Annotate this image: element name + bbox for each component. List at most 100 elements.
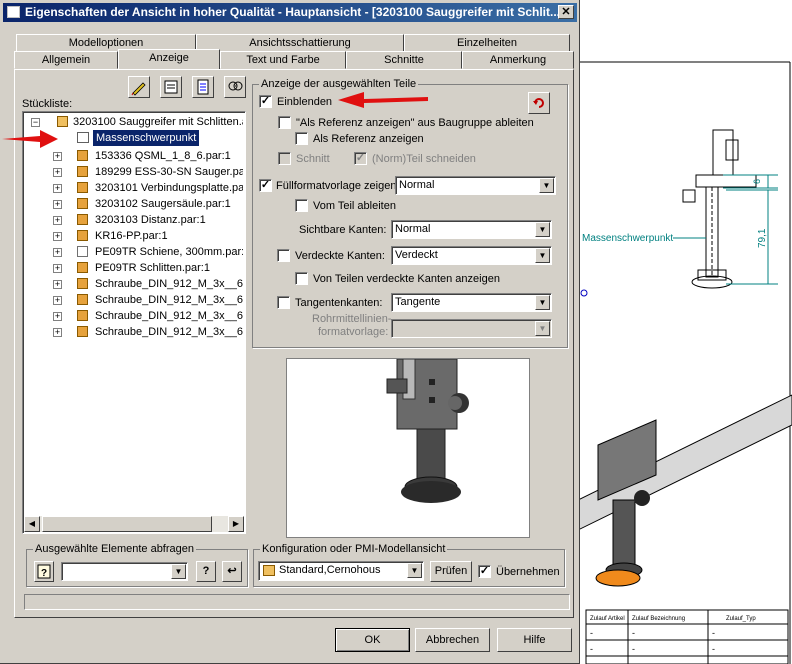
chevron-down-icon[interactable]: ▼: [535, 248, 550, 263]
scroll-left-icon[interactable]: ◀: [24, 516, 40, 532]
query-group-title: Ausgewählte Elemente abfragen: [33, 543, 196, 555]
help-button[interactable]: Hilfe: [497, 628, 572, 652]
pipe-centerline-select[interactable]: ▼: [391, 319, 552, 338]
tab-schnitte[interactable]: Schnitte: [346, 51, 462, 69]
hidden-by-parts-label: Von Teilen verdeckte Kanten anzeigen: [313, 273, 500, 285]
expand-icon[interactable]: +: [53, 184, 62, 193]
part-icon: [77, 278, 88, 289]
table-header-1: Zulauf Artikel: [590, 616, 625, 622]
cog-callout: Massenschwerpunkt: [582, 233, 673, 244]
tab-ansichtsschattierung[interactable]: Ansichtsschattierung: [196, 34, 404, 52]
chevron-down-icon[interactable]: ▼: [171, 564, 186, 579]
expand-icon[interactable]: +: [53, 264, 62, 273]
check-button[interactable]: Prüfen: [430, 561, 472, 582]
tree-hscrollbar[interactable]: ◀ ▶: [24, 516, 244, 532]
question-icon[interactable]: ?: [196, 561, 216, 582]
ok-button[interactable]: OK: [335, 628, 410, 652]
chevron-down-icon[interactable]: ▼: [535, 321, 550, 336]
pipe-centerline-label-1: Rohrmittellinien-: [312, 313, 392, 325]
properties-icon[interactable]: [160, 76, 182, 98]
svg-text:?: ?: [41, 568, 47, 579]
table-cell: -: [632, 628, 635, 638]
brush-icon[interactable]: [128, 76, 150, 98]
tab-text-und-farbe[interactable]: Text und Farbe: [220, 51, 346, 69]
derive-from-part-checkbox[interactable]: [295, 199, 308, 212]
expand-icon[interactable]: +: [53, 200, 62, 209]
drawing-sheet: Massenschwerpunkt 6 79,1 Zulauf Artikel …: [578, 0, 792, 664]
query-help-icon[interactable]: ?: [34, 561, 54, 582]
part-icon: [77, 198, 88, 209]
hidden-edges-select[interactable]: Verdeckt ▼: [391, 246, 552, 265]
title-bar[interactable]: Eigenschaften der Ansicht in hoher Quali…: [3, 3, 577, 22]
hidden-by-parts-checkbox[interactable]: [295, 272, 308, 285]
scroll-right-icon[interactable]: ▶: [228, 516, 244, 532]
expand-icon[interactable]: +: [53, 280, 62, 289]
fill-template-select[interactable]: Normal ▼: [395, 176, 556, 195]
tab-einzelheiten[interactable]: Einzelheiten: [404, 34, 570, 52]
tangent-edges-checkbox[interactable]: [277, 296, 290, 309]
table-header-3: Zulauf_Typ: [726, 616, 756, 622]
tangent-edges-select[interactable]: Tangente ▼: [391, 293, 552, 312]
chevron-down-icon[interactable]: ▼: [535, 222, 550, 237]
expand-icon[interactable]: +: [53, 312, 62, 321]
expand-icon[interactable]: +: [53, 328, 62, 337]
cancel-button[interactable]: Abbrechen: [415, 628, 490, 652]
expand-icon[interactable]: +: [53, 152, 62, 161]
parts-list-label: Stückliste:: [22, 98, 73, 110]
tree-item-label: PE09TR Schiene, 300mm.par:1: [95, 246, 243, 258]
chevron-down-icon[interactable]: ▼: [407, 563, 422, 578]
visible-edges-value: Normal: [395, 223, 431, 235]
table-cell: -: [632, 644, 635, 654]
refresh-icon[interactable]: [528, 92, 550, 114]
preview-image: [386, 349, 477, 503]
expand-icon[interactable]: +: [53, 168, 62, 177]
tab-anzeige[interactable]: Anzeige: [118, 49, 220, 69]
tree-item-label: 153336 QSML_1_8_6.par:1: [95, 150, 231, 162]
tree-item-label: 3203102 Saugersäule.par:1: [95, 198, 231, 210]
list-icon[interactable]: [192, 76, 214, 98]
apply-label: Übernehmen: [496, 566, 560, 578]
tree-item-label: Schraube_DIN_912_M_3x__6.pa: [95, 326, 243, 338]
fill-template-checkbox[interactable]: ✓: [259, 179, 272, 192]
tab-allgemein[interactable]: Allgemein: [14, 51, 118, 69]
hidden-edges-checkbox[interactable]: [277, 249, 290, 262]
close-button[interactable]: ✕: [558, 5, 574, 19]
table-cell: -: [590, 628, 593, 638]
table-cell: -: [712, 628, 715, 638]
expand-icon[interactable]: +: [53, 296, 62, 305]
parts-tree[interactable]: − 3203100 Sauggreifer mit Schlitten.as M…: [22, 111, 246, 534]
scroll-thumb[interactable]: [42, 516, 212, 532]
part-icon: [77, 326, 88, 337]
config-select[interactable]: Standard,Cernohous ▼: [258, 561, 424, 581]
expand-icon[interactable]: +: [53, 216, 62, 225]
part-icon: [77, 310, 88, 321]
tree-item-label: 189299 ESS-30-SN Sauger.par:: [95, 166, 243, 178]
hidden-edges-value: Verdeckt: [395, 249, 438, 261]
red-arrow-left: [2, 130, 58, 148]
apply-checkbox[interactable]: ✓: [478, 565, 491, 578]
derive-from-part-label: Vom Teil ableiten: [313, 200, 396, 212]
tree-item-label: Schraube_DIN_912_M_3x__6.pa: [95, 310, 243, 322]
expand-icon[interactable]: +: [53, 232, 62, 241]
return-arrow-icon[interactable]: ↩: [222, 561, 242, 582]
part-icon: [77, 150, 88, 161]
norm-part-cut-checkbox[interactable]: ✓: [354, 152, 367, 165]
pipe-centerline-label-2: formatvorlage:: [318, 326, 389, 338]
tab-anmerkung[interactable]: Anmerkung: [462, 51, 574, 69]
section-checkbox[interactable]: [278, 152, 291, 165]
expand-icon[interactable]: +: [53, 248, 62, 257]
query-select[interactable]: ▼: [61, 562, 188, 581]
ref-from-assembly-checkbox[interactable]: [278, 116, 291, 129]
find-icon[interactable]: [224, 76, 246, 98]
visible-edges-select[interactable]: Normal ▼: [391, 220, 552, 239]
tree-item-label: 3203101 Verbindungsplatte.par:: [95, 182, 243, 194]
chevron-down-icon[interactable]: ▼: [539, 178, 554, 193]
show-as-ref-checkbox[interactable]: [295, 132, 308, 145]
dimension-height: 79,1: [757, 228, 768, 248]
drawing-canvas: Massenschwerpunkt 6 79,1 Zulauf Artikel …: [578, 61, 792, 664]
show-checkbox[interactable]: ✓: [259, 95, 272, 108]
part-icon: [77, 214, 88, 225]
chevron-down-icon[interactable]: ▼: [535, 295, 550, 310]
tangent-edges-value: Tangente: [395, 296, 441, 308]
tree-item-label: PE09TR Schlitten.par:1: [95, 262, 210, 274]
